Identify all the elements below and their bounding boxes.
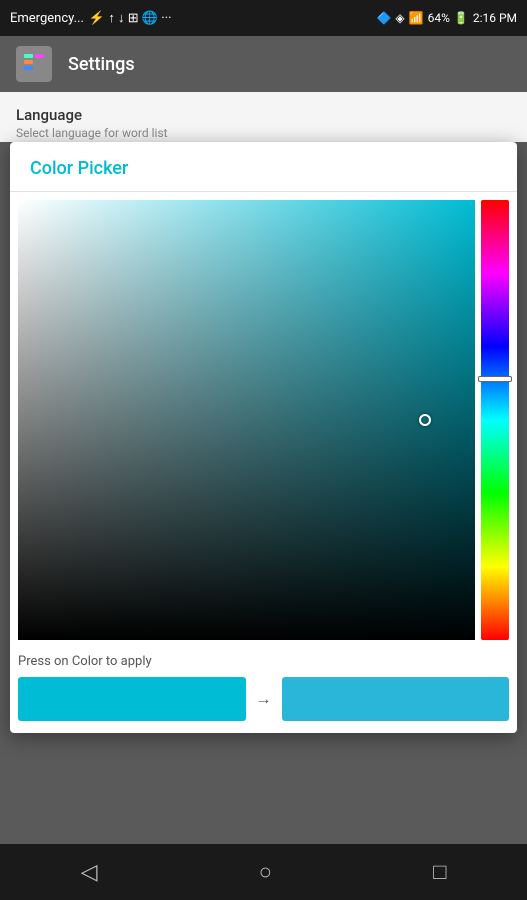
status-bar: Emergency... ⚡ ↑ ↓ ⊞ 🌐 ··· 🔷 ◈ 📶 64% 🔋 2…: [0, 0, 527, 36]
hue-thumb[interactable]: [478, 376, 512, 382]
app-bar-title: Settings: [68, 54, 135, 75]
gradient-brightness: [18, 200, 475, 640]
bluetooth-icon: 🔷: [376, 11, 391, 25]
swatch-new[interactable]: [282, 677, 510, 721]
nfc-icon: ◈: [395, 11, 404, 25]
app-name-status: Emergency...: [10, 11, 84, 26]
color-picker-dialog: Color Picker Press on Color to apply →: [10, 142, 517, 733]
battery-percent: 64%: [428, 11, 450, 25]
dialog-title-bar: Color Picker: [10, 142, 517, 192]
hue-slider-container[interactable]: [481, 200, 509, 640]
press-hint: Press on Color to apply: [10, 648, 517, 673]
bottom-nav: ◁ ○ □: [0, 844, 527, 900]
language-subtitle: Select language for word list: [16, 126, 511, 140]
home-button[interactable]: ○: [229, 851, 302, 893]
back-button[interactable]: ◁: [51, 852, 128, 893]
dialog-title: Color Picker: [30, 158, 128, 179]
hue-slider-track[interactable]: [481, 200, 509, 640]
battery-icon: 🔋: [454, 11, 469, 25]
color-picker-container[interactable]: [10, 192, 517, 648]
status-icons: ⚡ ↑ ↓ ⊞ 🌐 ···: [89, 10, 172, 26]
recent-apps-button[interactable]: □: [403, 851, 476, 893]
status-left: Emergency... ⚡ ↑ ↓ ⊞ 🌐 ···: [10, 10, 171, 26]
language-title: Language: [16, 106, 511, 124]
app-logo: [16, 46, 52, 82]
swatch-current[interactable]: [18, 677, 246, 721]
time: 2:16 PM: [473, 11, 517, 25]
swatch-arrow: →: [246, 689, 282, 709]
color-gradient-area[interactable]: [18, 200, 475, 640]
color-swatches: →: [10, 673, 517, 733]
app-bar: Settings: [0, 36, 527, 92]
status-right: 🔷 ◈ 📶 64% 🔋 2:16 PM: [376, 11, 517, 25]
wifi-icon: 📶: [409, 11, 424, 25]
